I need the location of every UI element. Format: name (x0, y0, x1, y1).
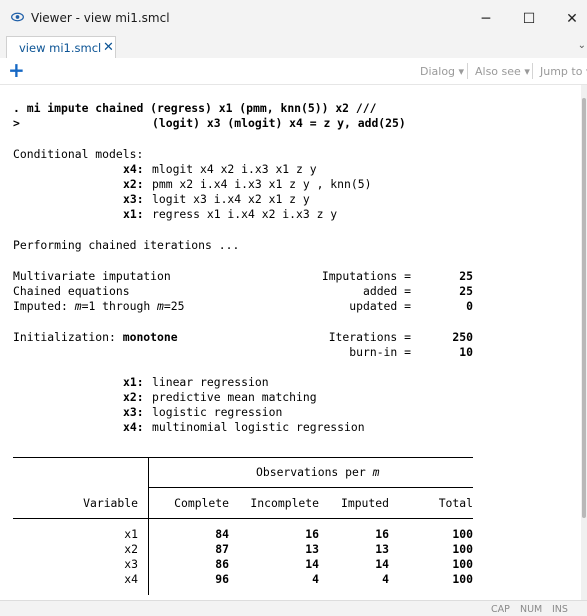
toolbar-divider (532, 63, 533, 79)
tabs-menu-icon[interactable]: ⌄ (578, 40, 586, 51)
cond-var: x4: (123, 162, 144, 176)
method-name: multinomial logistic regression (152, 420, 365, 434)
command-line-2: > (13, 116, 20, 130)
imputations-label: Imputations = (321, 269, 411, 283)
table-cell-complete: 84 (215, 527, 229, 541)
table-cell-imputed: 16 (375, 527, 389, 541)
performing-iterations: Performing chained iterations ... (13, 238, 240, 252)
updated-value: 0 (466, 299, 473, 313)
updated-label: updated = (349, 299, 411, 313)
ins-indicator: INS (552, 604, 568, 615)
minimize-button[interactable]: ─ (466, 5, 506, 33)
conditional-models-header: Conditional models: (13, 147, 144, 161)
table-cell-variable: x2 (124, 542, 138, 556)
imputations-value: 25 (459, 269, 473, 283)
cond-model: mlogit x4 x2 i.x3 x1 z y (152, 162, 317, 176)
dialog-label: Dialog (420, 65, 456, 78)
dialog-dropdown[interactable]: Dialog ▾ (420, 65, 464, 78)
burnin-value: 10 (459, 345, 473, 359)
table-cell-complete: 96 (215, 572, 229, 586)
tab-label: view mi1.smcl (19, 41, 102, 55)
table-cell-total: 100 (452, 572, 473, 586)
tab-bar: view mi1.smcl ✕ ⌄ (0, 36, 587, 59)
toolbar-divider (467, 63, 468, 79)
command-line-1: . mi impute chained (regress) x1 (pmm, k… (13, 101, 377, 115)
cap-indicator: CAP (491, 604, 510, 615)
cond-var: x2: (123, 177, 144, 191)
table-cell-complete: 87 (215, 542, 229, 556)
table-cell-total: 100 (452, 557, 473, 571)
table-cell-total: 100 (452, 542, 473, 556)
table-cell-imputed: 13 (375, 542, 389, 556)
caret-down-icon: ▾ (524, 65, 530, 78)
ce-label: Chained equations (13, 284, 130, 298)
status-bar: CAP NUM INS (0, 600, 587, 616)
iterations-value: 250 (452, 330, 473, 344)
iterations-label: Iterations = (328, 330, 411, 344)
caret-down-icon: ▾ (458, 65, 465, 78)
table-vertical-rule (148, 457, 149, 595)
cond-model: logit x3 i.x4 x2 x1 z y (152, 192, 310, 206)
table-cell-variable: x1 (124, 527, 138, 541)
method-name: predictive mean matching (152, 390, 317, 404)
table-cell-incomplete: 4 (312, 572, 319, 586)
cond-model: pmm x2 i.x4 i.x3 x1 z y , knn(5) (152, 177, 372, 191)
initialization: Initialization: monotone (13, 330, 178, 344)
mi-label: Multivariate imputation (13, 269, 171, 283)
close-button[interactable]: ✕ (552, 5, 587, 33)
method-var: x3: (123, 405, 144, 419)
table-cell-variable: x3 (124, 557, 138, 571)
method-var: x1: (123, 375, 144, 389)
cond-var: x3: (123, 192, 144, 206)
eye-icon (11, 12, 24, 22)
method-var: x4: (123, 420, 144, 434)
maximize-button[interactable]: ☐ (509, 5, 549, 33)
tab-close-icon[interactable]: ✕ (103, 40, 114, 55)
table-cell-total: 100 (452, 527, 473, 541)
table-cell-imputed: 14 (375, 557, 389, 571)
table-cell-imputed: 4 (382, 572, 389, 586)
table-header-imputed: Imputed (340, 496, 389, 510)
window-title: Viewer - view mi1.smcl (31, 11, 170, 25)
also-see-dropdown[interactable]: Also see ▾ (475, 65, 530, 78)
also-see-label: Also see (475, 65, 521, 78)
table-header-complete: Complete (174, 496, 229, 510)
table-cell-incomplete: 13 (305, 542, 319, 556)
imputed-range: Imputed: m=1 through m=25 (13, 299, 185, 313)
num-indicator: NUM (520, 604, 543, 615)
toolbar: + Dialog ▾ Also see ▾ Jump to ▾ (0, 58, 587, 85)
method-name: logistic regression (152, 405, 283, 419)
table-cell-variable: x4 (124, 572, 138, 586)
table-header-rule (13, 518, 473, 519)
table-top-rule (13, 457, 473, 458)
jump-to-dropdown[interactable]: Jump to ▾ (540, 65, 587, 78)
method-var: x2: (123, 390, 144, 404)
viewer-content[interactable]: . mi impute chained (regress) x1 (pmm, k… (0, 85, 581, 600)
table-cell-incomplete: 14 (305, 557, 319, 571)
table-cell-incomplete: 16 (305, 527, 319, 541)
cond-var: x1: (123, 207, 144, 221)
add-tab-button[interactable]: + (8, 59, 25, 81)
tab-view-mi1[interactable]: view mi1.smcl ✕ (6, 36, 116, 58)
cond-model: regress x1 i.x4 x2 i.x3 z y (152, 207, 338, 221)
table-header-total: Total (438, 496, 473, 510)
burnin-label: burn-in = (349, 345, 411, 359)
command-line-2-text: (logit) x3 (mlogit) x4 = z y, add(25) (152, 116, 406, 130)
table-cell-complete: 86 (215, 557, 229, 571)
method-name: linear regression (152, 375, 269, 389)
table-group-header: Observations per m (256, 465, 380, 479)
title-bar: Viewer - view mi1.smcl ─ ☐ ✕ (0, 0, 587, 36)
scrollbar-thumb[interactable] (582, 98, 586, 518)
table-group-rule (148, 487, 473, 488)
table-header-variable: Variable (83, 496, 138, 510)
added-label: added = (362, 284, 411, 298)
jump-to-label: Jump to (540, 65, 583, 78)
table-header-incomplete: Incomplete (250, 496, 319, 510)
added-value: 25 (459, 284, 473, 298)
